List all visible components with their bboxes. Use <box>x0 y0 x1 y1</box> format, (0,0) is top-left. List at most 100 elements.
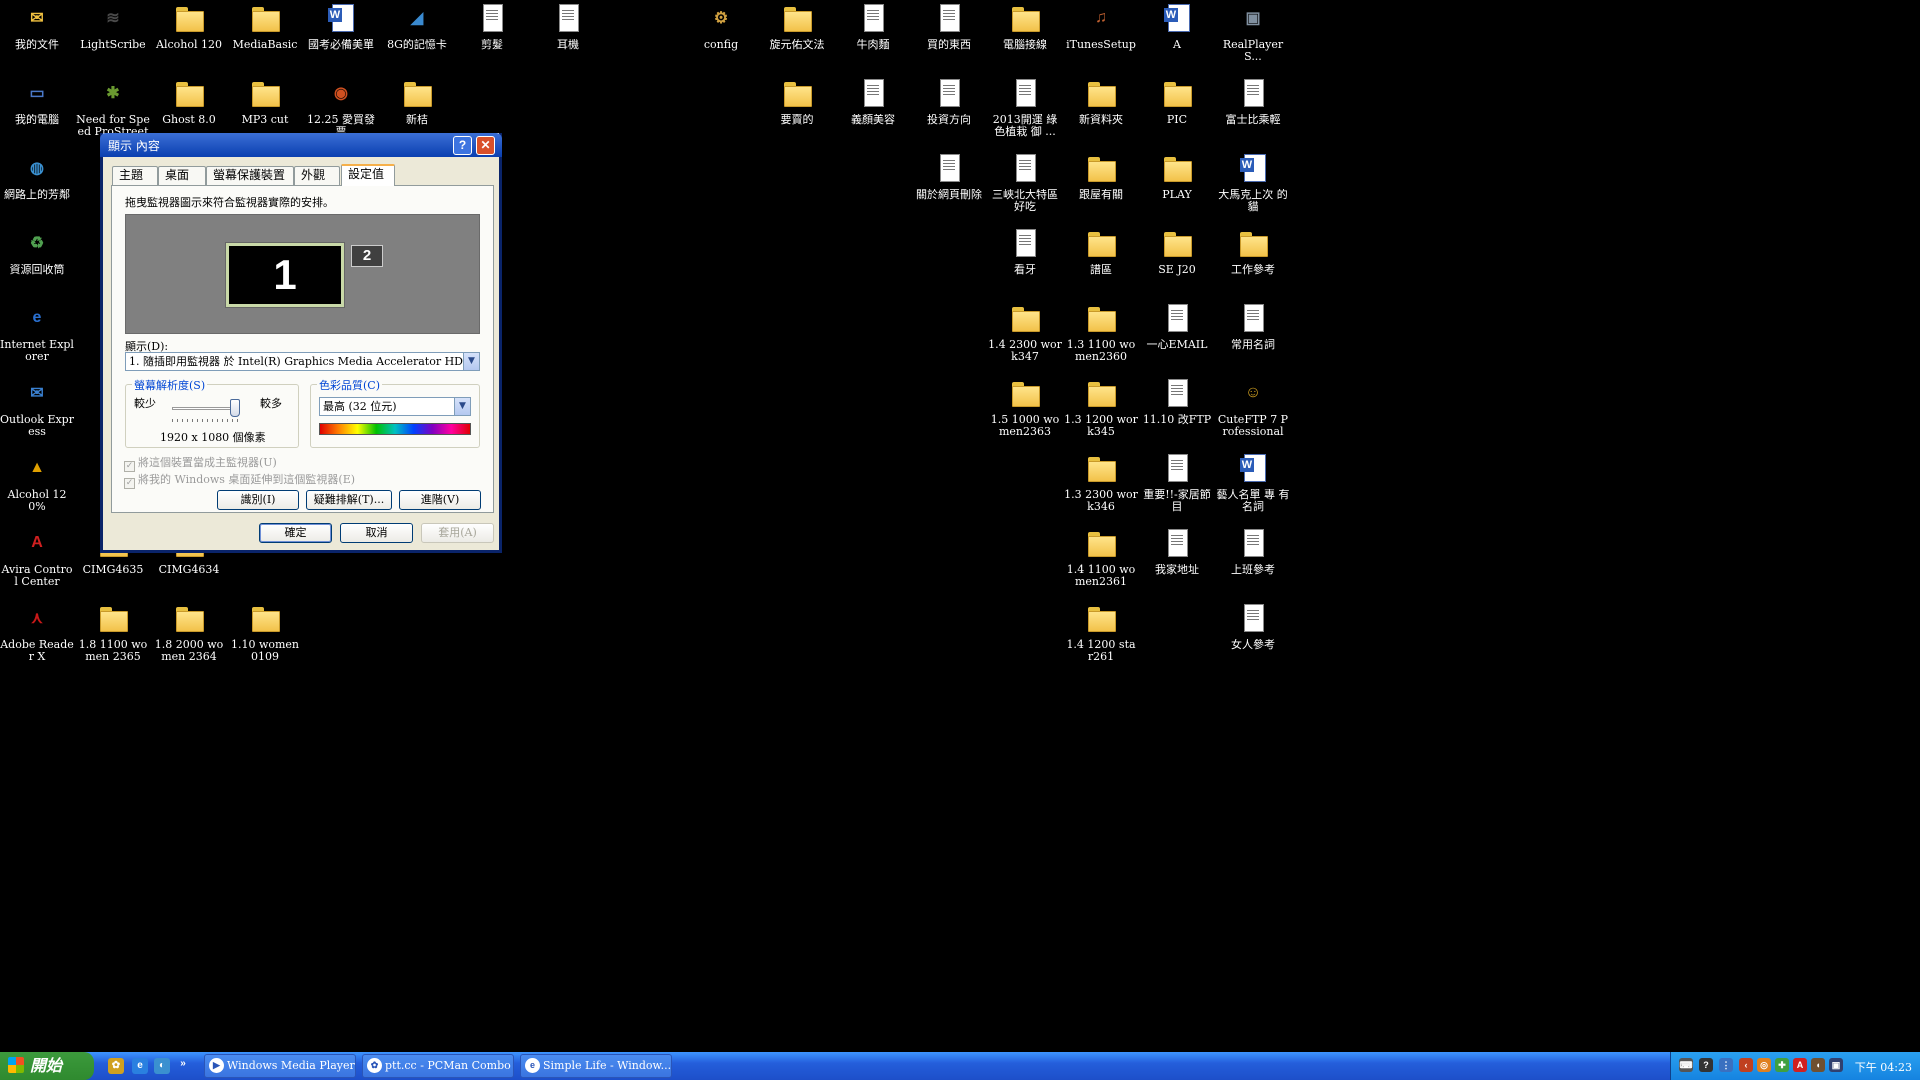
avira-icon[interactable]: A <box>1793 1058 1807 1072</box>
ok-button[interactable]: 確定 <box>259 523 332 543</box>
close-button[interactable]: ✕ <box>476 136 495 155</box>
display-icon[interactable]: ▣ <box>1829 1058 1843 1072</box>
desktop-icon[interactable]: SE J20 <box>1140 227 1214 276</box>
desktop-icon[interactable]: 譜區 <box>1064 227 1138 276</box>
desktop-icon[interactable]: MediaBasic <box>228 2 302 51</box>
tab-appearance[interactable]: 外觀 <box>294 166 340 185</box>
start-button[interactable]: 開始 <box>0 1052 94 1080</box>
desktop-icon[interactable]: 1.3 1100 women2360 <box>1064 302 1138 363</box>
pcman-quicklaunch-icon[interactable]: ✿ <box>108 1058 124 1074</box>
tab-desktop[interactable]: 桌面 <box>158 166 206 185</box>
arrow-icon[interactable]: ‹ <box>1739 1058 1753 1072</box>
desktop-icon[interactable]: 1.4 1200 star261 <box>1064 602 1138 663</box>
desktop-icon[interactable]: MP3 cut <box>228 77 302 126</box>
desktop-icon[interactable]: 1.5 1000 women2363 <box>988 377 1062 438</box>
desktop-icon[interactable]: 我家地址 <box>1140 527 1214 576</box>
desktop-icon[interactable]: ✱ Need for Speed ProStreet <box>76 77 150 138</box>
resolution-slider-track[interactable] <box>172 407 238 410</box>
extend-desktop-checkbox[interactable]: ✓ 將我的 Windows 桌面延伸到這個監視器(E) <box>124 471 355 489</box>
desktop-icon[interactable]: ◍ 網路上的芳鄰 <box>0 152 74 201</box>
desktop-icon[interactable]: 投資方向 <box>912 77 986 126</box>
chevron-down-icon[interactable]: ▼ <box>463 353 479 370</box>
troubleshoot-button[interactable]: 疑難排解(T)... <box>306 490 392 510</box>
volume-icon[interactable]: ◖ <box>1811 1058 1825 1072</box>
identify-button[interactable]: 識別(I) <box>217 490 299 510</box>
desktop-icon[interactable]: 看牙 <box>988 227 1062 276</box>
desktop-icon[interactable]: ⚙ config <box>684 2 758 51</box>
app-tray-icon[interactable]: ◎ <box>1757 1058 1771 1072</box>
desktop-icon[interactable]: 關於網頁刪除 <box>912 152 986 201</box>
desktop-icon[interactable]: ✉ Outlook Express <box>0 377 74 438</box>
taskbar-window-pcman[interactable]: ✿ ptt.cc - PCMan Combo <box>362 1054 514 1078</box>
desktop-icon[interactable]: 新桔 <box>380 77 454 126</box>
desktop-icon[interactable]: 跟屋有關 <box>1064 152 1138 201</box>
tab-settings[interactable]: 設定值 <box>341 164 395 186</box>
desktop-icon[interactable]: e Internet Explorer <box>0 302 74 363</box>
desktop-icon[interactable]: 1.8 2000 women 2364 <box>152 602 226 663</box>
browser-quicklaunch-icon[interactable]: ◐ <box>154 1058 170 1074</box>
taskbar-window-simple-life[interactable]: e Simple Life - Window... <box>520 1054 672 1078</box>
desktop-icon[interactable]: 11.10 改FTP <box>1140 377 1214 426</box>
help-icon[interactable]: ? <box>1699 1058 1713 1072</box>
desktop-icon[interactable]: ☺ CuteFTP 7 Professional <box>1216 377 1290 438</box>
resolution-slider-thumb[interactable] <box>230 399 240 417</box>
desktop-icon[interactable]: 1.4 1100 women2361 <box>1064 527 1138 588</box>
desktop-icon[interactable]: Ghost 8.0 <box>152 77 226 126</box>
desktop-icon[interactable]: 買的東西 <box>912 2 986 51</box>
desktop-icon[interactable]: Alcohol 120 <box>152 2 226 51</box>
desktop-icon[interactable]: PIC <box>1140 77 1214 126</box>
monitor-1-icon[interactable]: 1 <box>225 242 345 308</box>
desktop-icon[interactable]: 旋元佑文法 <box>760 2 834 51</box>
tab-themes[interactable]: 主題 <box>112 166 158 185</box>
desktop-icon[interactable]: 女人參考 <box>1216 602 1290 651</box>
desktop-icon[interactable]: ✉ 我的文件 <box>0 2 74 51</box>
desktop-icon[interactable]: ⋏ Adobe Reader X <box>0 602 74 663</box>
desktop-icon[interactable]: 1.10 women0109 <box>228 602 302 663</box>
dialog-titlebar[interactable]: 顯示 內容 ? ✕ <box>100 133 502 157</box>
desktop-icon[interactable]: 富士比乘輕 <box>1216 77 1290 126</box>
desktop-icon[interactable]: A Avira Control Center <box>0 527 74 588</box>
monitor-2-icon[interactable]: 2 <box>351 245 383 267</box>
desktop-icon[interactable]: 大馬克上次 的貓 <box>1216 152 1290 213</box>
help-button[interactable]: ? <box>453 136 472 155</box>
desktop-icon[interactable]: 1.3 1200 work345 <box>1064 377 1138 438</box>
desktop-icon[interactable]: 要賣的 <box>760 77 834 126</box>
desktop-icon[interactable]: 重要!!-家居節 目 <box>1140 452 1214 513</box>
desktop-icon[interactable]: 工作參考 <box>1216 227 1290 276</box>
desktop-icon[interactable]: 一心EMAIL <box>1140 302 1214 351</box>
desktop-icon[interactable]: 剪髮 <box>455 2 529 51</box>
desktop-icon[interactable]: 耳機 <box>531 2 605 51</box>
desktop-icon[interactable]: A <box>1140 2 1214 51</box>
tab-screensaver[interactable]: 螢幕保護裝置 <box>206 166 294 185</box>
display-select[interactable]: 1. 隨插即用監視器 於 Intel(R) Graphics Media Acc… <box>125 352 480 371</box>
desktop-icon[interactable]: 藝人名單 專 有名詞 <box>1216 452 1290 513</box>
desktop-icon[interactable]: ◢ 8G的記憶卡 <box>380 2 454 51</box>
desktop-icon[interactable]: 新資料夾 <box>1064 77 1138 126</box>
desktop-icon[interactable]: ♻ 資源回收筒 <box>0 227 74 276</box>
advanced-button[interactable]: 進階(V) <box>399 490 481 510</box>
desktop-icon[interactable]: ≋ LightScribe <box>76 2 150 51</box>
desktop-icon[interactable]: 2013開運 綠色植栽 御 ... <box>988 77 1062 138</box>
keyboard-icon[interactable]: ⌨ <box>1679 1058 1693 1072</box>
desktop-icon[interactable]: 國考必備美單 <box>304 2 378 51</box>
desktop-icon[interactable]: 常用名詞 <box>1216 302 1290 351</box>
primary-monitor-checkbox[interactable]: ✓ 將這個裝置當成主監視器(U) <box>124 454 277 472</box>
desktop-icon[interactable]: ◉ 12.25 愛買發票 <box>304 77 378 138</box>
desktop-icon[interactable]: 三峽北大特區 好吃 <box>988 152 1062 213</box>
desktop-icon[interactable]: 1.8 1100 women 2365 <box>76 602 150 663</box>
desktop-icon[interactable]: 義顏美容 <box>836 77 910 126</box>
chevron-right-icon[interactable]: » <box>178 1056 188 1072</box>
desktop-icon[interactable]: ▣ RealPlayerS... <box>1216 2 1290 63</box>
desktop-icon[interactable]: 電腦接線 <box>988 2 1062 51</box>
color-quality-select[interactable]: 最高 (32 位元) ▼ <box>319 397 471 416</box>
network-icon[interactable]: ⋮ <box>1719 1058 1733 1072</box>
desktop-icon[interactable]: 牛肉麵 <box>836 2 910 51</box>
apply-button[interactable]: 套用(A) <box>421 523 494 543</box>
cancel-button[interactable]: 取消 <box>340 523 413 543</box>
taskbar-window-media-player[interactable]: ▶ Windows Media Player <box>204 1054 356 1078</box>
desktop-icon[interactable]: ▭ 我的電腦 <box>0 77 74 126</box>
desktop-icon[interactable]: PLAY <box>1140 152 1214 201</box>
ie-quicklaunch-icon[interactable]: e <box>132 1058 148 1074</box>
desktop-icon[interactable]: 1.3 2300 work346 <box>1064 452 1138 513</box>
chevron-down-icon[interactable]: ▼ <box>454 398 470 415</box>
